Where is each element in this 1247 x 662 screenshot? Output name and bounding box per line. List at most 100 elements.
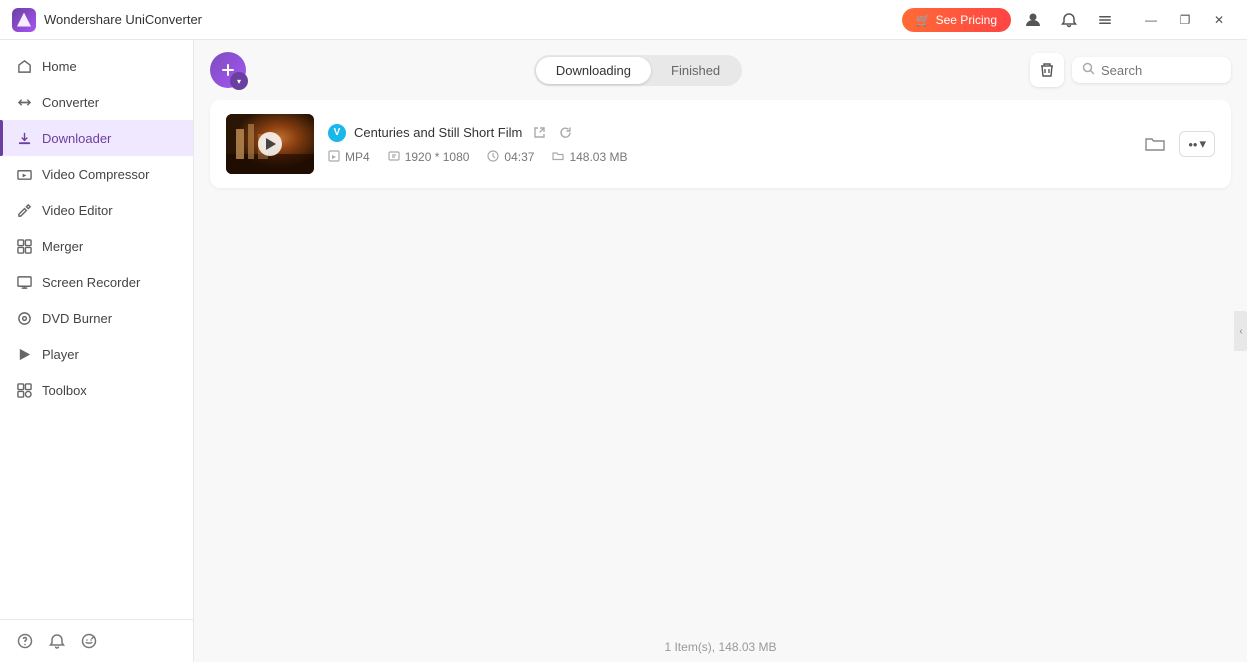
folder-size-icon [552, 150, 564, 165]
folder-icon [1145, 136, 1165, 152]
sidebar-item-converter[interactable]: Converter [0, 84, 193, 120]
size-value: 148.03 MB [569, 150, 627, 164]
downloader-icon [16, 130, 32, 146]
more-dots-icon: •• [1188, 137, 1197, 152]
duration-value: 04:37 [504, 150, 534, 164]
tab-toggle: Downloading Finished [534, 55, 742, 86]
converter-icon [16, 94, 32, 110]
play-triangle-icon [266, 138, 276, 150]
tab-finished[interactable]: Finished [651, 57, 740, 84]
home-icon [16, 58, 32, 74]
sidebar-item-converter-label: Converter [42, 95, 99, 110]
add-download-button[interactable]: ▾ [210, 52, 246, 88]
help-icon[interactable] [16, 632, 34, 650]
sidebar-item-video-compressor[interactable]: Video Compressor [0, 156, 193, 192]
meta-duration: 04:37 [487, 150, 534, 165]
content-area: ▾ Downloading Finished [194, 40, 1247, 662]
sidebar-item-dvd-burner-label: DVD Burner [42, 311, 112, 326]
app-title: Wondershare UniConverter [44, 12, 202, 27]
bell-icon [1061, 12, 1077, 28]
menu-icon [1097, 12, 1113, 28]
item-meta: MP4 1920 * 1080 [328, 150, 1125, 165]
play-button-overlay[interactable] [258, 132, 282, 156]
title-bar: Wondershare UniConverter 🛒 See Pricing [0, 0, 1247, 40]
sidebar-item-downloader-label: Downloader [42, 131, 111, 146]
feedback-icon[interactable] [80, 632, 98, 650]
format-value: MP4 [345, 150, 370, 164]
bell-icon-button[interactable] [1055, 6, 1083, 34]
open-folder-button[interactable] [1139, 128, 1171, 160]
title-bar-left: Wondershare UniConverter [12, 8, 202, 32]
app-logo [12, 8, 36, 32]
sidebar-item-screen-recorder[interactable]: Screen Recorder [0, 264, 193, 300]
sidebar-item-home[interactable]: Home [0, 48, 193, 84]
see-pricing-label: See Pricing [936, 13, 997, 27]
search-icon [1082, 62, 1095, 78]
trash-icon [1039, 62, 1055, 78]
cart-icon: 🛒 [916, 13, 931, 27]
table-row: V Centuries and Still Short Film [210, 100, 1231, 188]
sidebar: Home Converter Downloa [0, 40, 194, 662]
download-list: V Centuries and Still Short Film [194, 100, 1247, 632]
refresh-icon[interactable] [556, 124, 574, 142]
sidebar-item-screen-recorder-label: Screen Recorder [42, 275, 140, 290]
vimeo-icon: V [328, 124, 346, 142]
header-left: ▾ [210, 52, 246, 88]
item-info: V Centuries and Still Short Film [328, 124, 1125, 165]
header-right [1030, 53, 1231, 87]
dvd-burner-icon [16, 310, 32, 326]
item-title: Centuries and Still Short Film [354, 125, 522, 140]
meta-size: 148.03 MB [552, 150, 627, 165]
sidebar-item-video-compressor-label: Video Compressor [42, 167, 149, 182]
sidebar-item-dvd-burner[interactable]: DVD Burner [0, 300, 193, 336]
sidebar-nav: Home Converter Downloa [0, 40, 193, 619]
menu-icon-button[interactable] [1091, 6, 1119, 34]
item-actions-right: •• ▾ [1139, 128, 1215, 160]
clock-icon [487, 150, 499, 165]
sidebar-item-player-label: Player [42, 347, 79, 362]
maximize-button[interactable]: ❐ [1169, 6, 1201, 34]
tab-downloading[interactable]: Downloading [536, 57, 651, 84]
sidebar-item-toolbox-label: Toolbox [42, 383, 87, 398]
delete-button[interactable] [1030, 53, 1064, 87]
format-icon [328, 150, 340, 165]
screen-recorder-icon [16, 274, 32, 290]
search-box [1072, 57, 1231, 83]
meta-resolution: 1920 * 1080 [388, 150, 470, 165]
meta-format: MP4 [328, 150, 370, 165]
content-footer: 1 Item(s), 148.03 MB [194, 632, 1247, 662]
sidebar-item-merger[interactable]: Merger [0, 228, 193, 264]
content-header: ▾ Downloading Finished [194, 40, 1247, 100]
sidebar-item-toolbox[interactable]: Toolbox [0, 372, 193, 408]
video-thumbnail[interactable] [226, 114, 314, 174]
sidebar-item-downloader[interactable]: Downloader [0, 120, 193, 156]
video-editor-icon [16, 202, 32, 218]
more-chevron-icon: ▾ [1199, 136, 1206, 152]
user-icon [1025, 12, 1041, 28]
sidebar-item-video-editor[interactable]: Video Editor [0, 192, 193, 228]
open-external-icon[interactable] [530, 124, 548, 142]
sidebar-item-merger-label: Merger [42, 239, 83, 254]
minimize-button[interactable]: — [1135, 6, 1167, 34]
user-icon-button[interactable] [1019, 6, 1047, 34]
sidebar-item-home-label: Home [42, 59, 77, 74]
see-pricing-button[interactable]: 🛒 See Pricing [902, 8, 1011, 32]
toolbox-icon [16, 382, 32, 398]
sidebar-item-player[interactable]: Player [0, 336, 193, 372]
sidebar-bottom [0, 619, 193, 662]
app-logo-inner [17, 13, 31, 27]
title-bar-right: 🛒 See Pricing — ❐ ✕ [902, 6, 1235, 34]
merger-icon [16, 238, 32, 254]
more-options-button[interactable]: •• ▾ [1179, 131, 1215, 157]
video-compressor-icon [16, 166, 32, 182]
notification-icon[interactable] [48, 632, 66, 650]
item-title-row: V Centuries and Still Short Film [328, 124, 1125, 142]
sidebar-item-video-editor-label: Video Editor [42, 203, 113, 218]
window-controls: — ❐ ✕ [1135, 6, 1235, 34]
close-button[interactable]: ✕ [1203, 6, 1235, 34]
player-icon [16, 346, 32, 362]
sidebar-collapse-handle[interactable]: ‹ [1234, 311, 1247, 351]
search-input[interactable] [1101, 63, 1221, 78]
main-layout: Home Converter Downloa [0, 40, 1247, 662]
resolution-value: 1920 * 1080 [405, 150, 470, 164]
